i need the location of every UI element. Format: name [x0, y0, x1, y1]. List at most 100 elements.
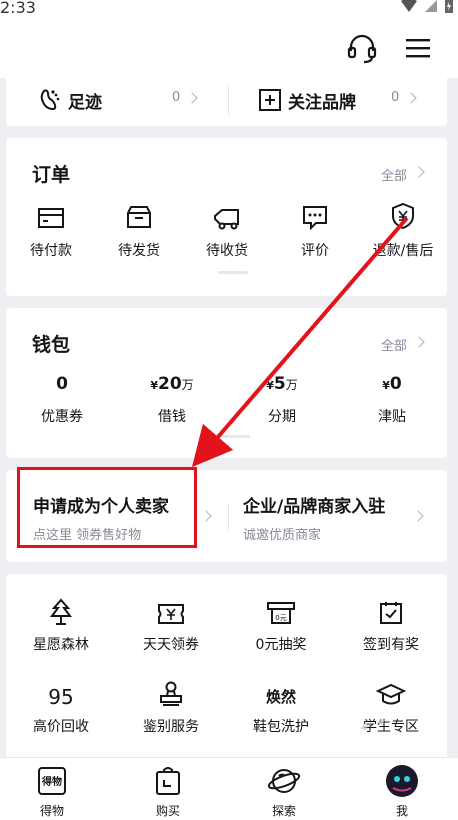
service-authentication[interactable]: 鉴别服务	[116, 678, 226, 736]
avatar-icon	[386, 765, 418, 797]
footprint-icon	[40, 89, 60, 111]
wallet-value: 20	[157, 374, 182, 394]
brand-merchant-title: 企业/品牌商家入驻	[243, 497, 386, 517]
order-pending-payment[interactable]: 待付款	[6, 202, 96, 260]
menu-icon[interactable]	[404, 36, 432, 60]
nav-label: 得物	[39, 804, 64, 818]
service-label: 高价回收	[33, 719, 89, 735]
battery-icon	[445, 0, 453, 13]
order-item-label: 评价	[301, 243, 329, 259]
nav-explore[interactable]: 探索	[244, 764, 324, 819]
chevron-right-icon	[413, 336, 425, 348]
service-high-price-recycle[interactable]: 95 高价回收	[6, 678, 116, 736]
dewu-logo-text: 得物	[41, 775, 62, 788]
service-check-in[interactable]: 签到有奖	[336, 596, 446, 654]
divider	[228, 86, 229, 116]
wallet-card: 钱包 全部 0 优惠券 ¥20万 借钱 ¥5万 分期 ¥0 津贴	[6, 308, 447, 458]
service-daily-coupon[interactable]: 天天领券	[116, 596, 226, 654]
wallet-unit: 万	[285, 378, 298, 392]
currency-symbol: ¥	[150, 379, 158, 392]
order-item-label: 退款/售后	[372, 243, 434, 259]
orders-title: 订单	[32, 164, 71, 186]
top-bar	[0, 22, 458, 78]
service-label: 鉴别服务	[143, 719, 199, 735]
wallet-allowance[interactable]: ¥0 津贴	[342, 374, 442, 426]
service-free-lottery[interactable]: 0元 0元抽奖	[226, 596, 336, 654]
wallet-loan[interactable]: ¥20万 借钱	[122, 374, 222, 426]
scroll-indicator	[220, 435, 250, 438]
status-icons	[400, 0, 454, 13]
order-refund-aftersale[interactable]: 退款/售后	[358, 202, 448, 260]
order-pending-shipment[interactable]: 待发货	[94, 202, 184, 260]
follow-brand-count: 0	[391, 90, 400, 105]
order-review[interactable]: 评价	[270, 202, 360, 260]
footprint-card: 足迹 0 关注品牌 0	[6, 78, 447, 126]
customer-service-icon[interactable]	[346, 34, 378, 64]
wallet-title: 钱包	[32, 334, 71, 356]
order-item-label: 待发货	[118, 243, 160, 259]
nav-dewu[interactable]: 得物 得物	[12, 764, 92, 819]
orders-all-link[interactable]: 全部	[381, 165, 407, 184]
footprint-entry[interactable]: 足迹	[36, 78, 102, 122]
service-shoe-bag-care[interactable]: 焕然 鞋包洗护	[226, 678, 336, 736]
box-icon	[127, 206, 151, 228]
shoe-bag-care-icon-text: 焕然	[266, 688, 296, 706]
brand-merchant-subtitle: 诚邀优质商家	[243, 528, 322, 543]
wallet-label: 优惠券	[41, 409, 83, 425]
footprint-count: 0	[172, 90, 181, 105]
lottery-icon: 0元	[267, 602, 295, 624]
orders-card: 订单 全部 待付款 待发货 待收货 评价 退款/售后	[6, 138, 447, 296]
footprint-label: 足迹	[68, 92, 102, 113]
nav-label: 探索	[271, 804, 296, 818]
wallet-label: 津贴	[378, 409, 406, 425]
divider	[228, 504, 229, 530]
status-bar: 2:33	[0, 0, 458, 22]
truck-icon	[214, 209, 239, 230]
card-icon	[38, 208, 64, 228]
status-time: 2:33	[0, 0, 36, 17]
nav-buy[interactable]: 购买	[128, 764, 208, 819]
chevron-right-icon	[413, 166, 425, 178]
wifi-icon	[401, 0, 417, 12]
services-card: 星愿森林 天天领券 0元 0元抽奖 签到有奖 95 高价回收 鉴别服务 焕然 鞋…	[6, 574, 447, 764]
coupon-icon	[158, 604, 184, 624]
order-pending-receipt[interactable]: 待收货	[182, 202, 272, 260]
wallet-installment[interactable]: ¥5万 分期	[232, 374, 332, 426]
wallet-unit: 万	[181, 378, 194, 392]
follow-brand-entry[interactable]: 关注品牌	[258, 78, 356, 122]
lottery-icon-text: 0元	[275, 614, 286, 622]
wallet-value: 5	[273, 374, 286, 394]
shield-yen-icon	[392, 202, 414, 230]
shoe-bag-care-icon: 焕然	[266, 688, 296, 706]
wallet-all-link[interactable]: 全部	[381, 335, 407, 354]
comment-icon	[303, 206, 327, 230]
service-label: 学生专区	[363, 719, 419, 735]
chevron-right-icon	[200, 510, 212, 522]
bottom-nav: 得物 得物 购买 探索 我	[0, 757, 458, 820]
brand-merchant-entry[interactable]: 企业/品牌商家入驻 诚邀优质商家	[230, 470, 447, 562]
follow-brand-label: 关注品牌	[288, 92, 356, 113]
wallet-label: 分期	[268, 409, 296, 425]
recycle-95-icon: 95	[48, 685, 73, 708]
nav-me[interactable]: 我	[362, 764, 442, 819]
chevron-right-icon	[405, 92, 417, 104]
service-label: 天天领券	[143, 637, 199, 653]
wallet-label: 借钱	[158, 409, 186, 425]
plus-box-icon	[259, 89, 281, 111]
graduation-cap-icon	[376, 683, 406, 705]
service-student-zone[interactable]: 学生专区	[336, 678, 446, 736]
order-item-label: 待付款	[30, 243, 72, 259]
stamp-icon	[160, 681, 182, 706]
wallet-coupon[interactable]: 0 优惠券	[12, 374, 112, 426]
currency-symbol: ¥	[266, 379, 274, 392]
shopping-bag-icon	[156, 767, 180, 795]
service-label: 星愿森林	[33, 637, 89, 653]
service-star-forest[interactable]: 星愿森林	[6, 596, 116, 654]
wallet-value: 0	[389, 374, 402, 394]
highlight-box	[17, 467, 197, 548]
calendar-check-icon	[380, 602, 402, 624]
recycle-icon-text: 95	[48, 685, 73, 708]
planet-icon	[267, 769, 301, 793]
wallet-value: 0	[56, 374, 68, 394]
service-label: 签到有奖	[363, 637, 419, 653]
